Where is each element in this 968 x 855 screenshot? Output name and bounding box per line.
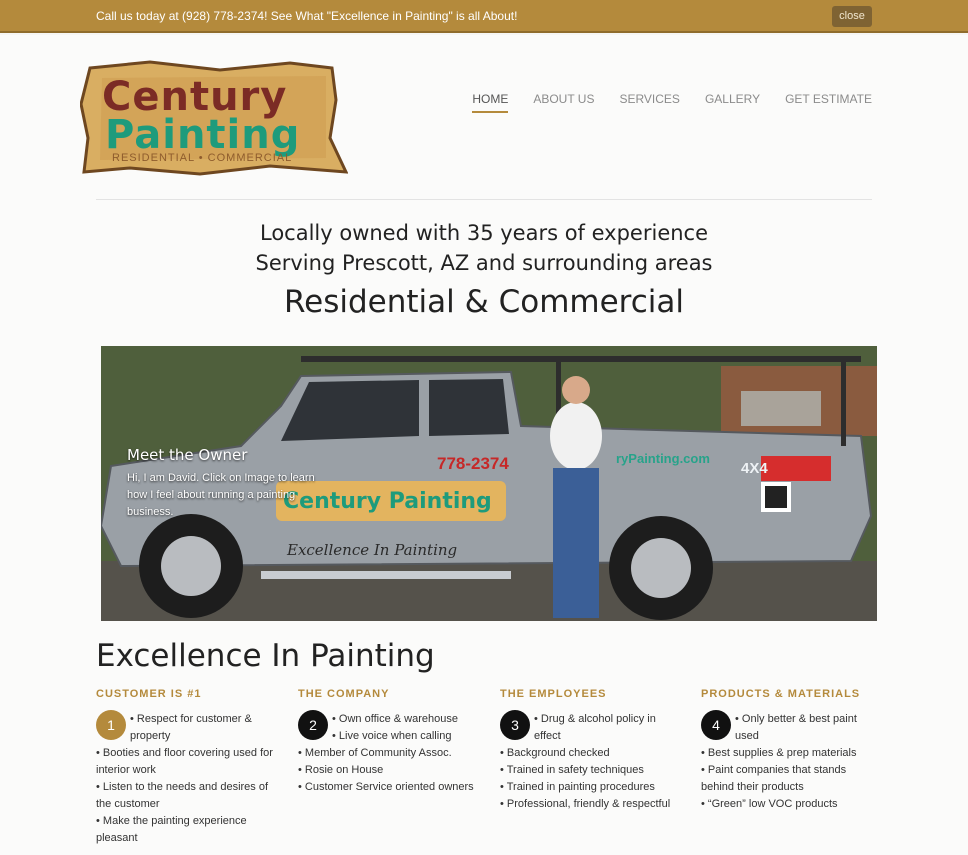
list-item: Customer Service oriented owners bbox=[298, 779, 478, 796]
list-item: Trained in safety techniques bbox=[500, 762, 680, 779]
tagline-experience: Locally owned with 35 years of experienc… bbox=[259, 221, 709, 245]
truck-phone: 778-2374 bbox=[437, 454, 509, 473]
list-item: Best supplies & prep materials bbox=[701, 745, 881, 762]
list-item: Member of Community Assoc. bbox=[298, 745, 478, 762]
header-divider bbox=[96, 199, 872, 200]
section-heading: Excellence In Painting bbox=[96, 638, 435, 674]
hero-text: Hi, I am David. Click on Image to learn … bbox=[127, 472, 315, 518]
truck-motto: Excellence In Painting bbox=[287, 541, 458, 559]
column-title: THE EMPLOYEES bbox=[500, 688, 607, 700]
list-item: “Green” low VOC products bbox=[701, 796, 881, 813]
column-employees: THE EMPLOYEES 3 Drug & alcohol policy in… bbox=[500, 688, 680, 813]
number-badge: 1 bbox=[96, 710, 126, 740]
list-item: Background checked bbox=[500, 745, 680, 762]
list-item: Trained in painting procedures bbox=[500, 779, 680, 796]
announcement-bar: Call us today at (928) 778-2374! See Wha… bbox=[0, 0, 968, 33]
list-item: Make the painting experience pleasant bbox=[96, 813, 276, 847]
column-company: THE COMPANY 2 Own office & warehouse Liv… bbox=[298, 688, 478, 796]
truck-site: ryPainting.com bbox=[616, 451, 710, 466]
number-badge: 4 bbox=[701, 710, 731, 740]
list-item: Professional, friendly & respectful bbox=[500, 796, 680, 813]
nav-services[interactable]: SERVICES bbox=[619, 92, 679, 113]
truck-badge: 4X4 bbox=[741, 460, 768, 477]
list-item: Rosie on House bbox=[298, 762, 478, 779]
column-title: CUSTOMER IS #1 bbox=[96, 688, 202, 700]
logo[interactable]: Century Painting RESIDENTIAL • COMMERCIA… bbox=[80, 60, 348, 180]
logo-subline: RESIDENTIAL • COMMERCIAL bbox=[112, 152, 293, 164]
nav-gallery[interactable]: GALLERY bbox=[705, 92, 760, 113]
list-item: Paint companies that stands behind their… bbox=[701, 762, 881, 796]
close-button[interactable]: close bbox=[832, 6, 872, 27]
column-title: THE COMPANY bbox=[298, 688, 390, 700]
nav-get-estimate[interactable]: GET ESTIMATE bbox=[785, 92, 872, 113]
announcement-text: Call us today at (928) 778-2374! See Wha… bbox=[96, 9, 518, 23]
column-customer: CUSTOMER IS #1 1 Respect for customer & … bbox=[96, 688, 276, 847]
hero-image[interactable]: 778-2374 Century Painting Excellence In … bbox=[101, 346, 877, 621]
hero-title: Meet the Owner bbox=[127, 446, 248, 464]
number-badge: 3 bbox=[500, 710, 530, 740]
column-products: PRODUCTS & MATERIALS 4 Only better & bes… bbox=[701, 688, 881, 813]
nav-home[interactable]: HOME bbox=[472, 92, 509, 113]
page: Century Painting RESIDENTIAL • COMMERCIA… bbox=[0, 35, 968, 855]
list-item: Listen to the needs and desires of the c… bbox=[96, 779, 276, 813]
tagline-service-area: Serving Prescott, AZ and surrounding are… bbox=[255, 251, 713, 275]
tagline-residential-commercial: Residential & Commercial bbox=[283, 284, 685, 320]
main-nav: HOME ABOUT US SERVICES GALLERY GET ESTIM… bbox=[472, 92, 872, 113]
column-title: PRODUCTS & MATERIALS bbox=[701, 688, 861, 700]
number-badge: 2 bbox=[298, 710, 328, 740]
list-item: Booties and floor covering used for inte… bbox=[96, 745, 276, 779]
nav-about-us[interactable]: ABOUT US bbox=[533, 92, 594, 113]
